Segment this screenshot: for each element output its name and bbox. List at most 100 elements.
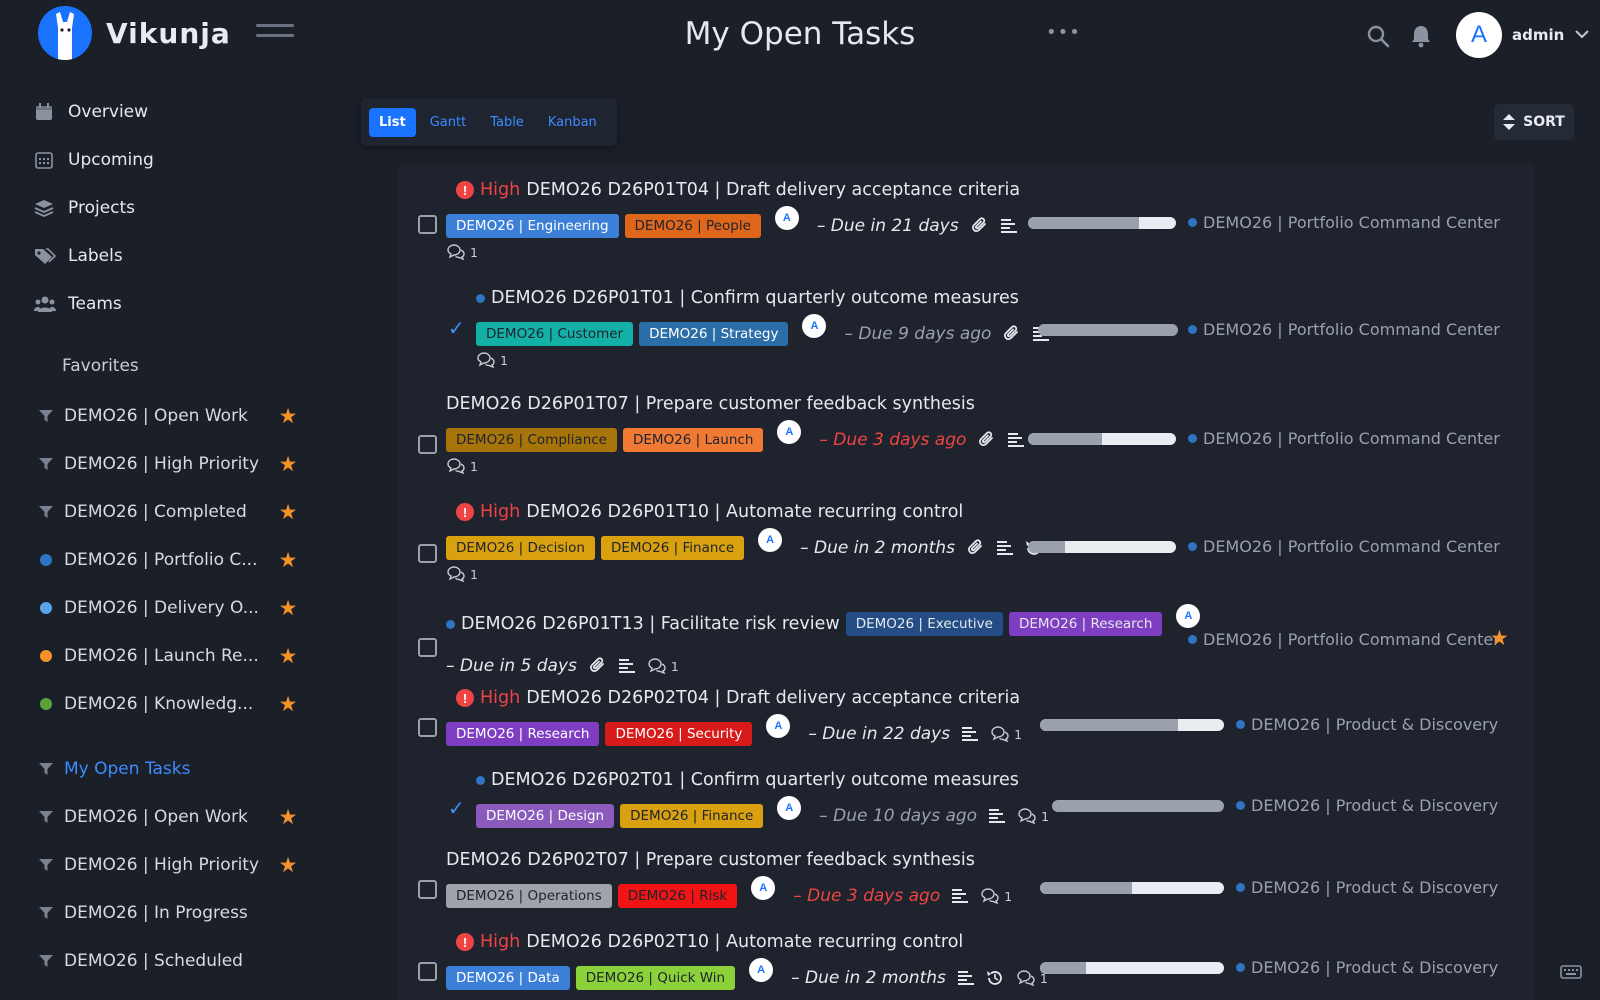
menu-toggle-button[interactable] (256, 24, 294, 46)
priority-high-icon: ! (456, 181, 474, 199)
search-icon[interactable] (1366, 24, 1390, 52)
task-title-row[interactable]: ! High DEMO26 D26P01T04 | Draft delivery a… (456, 180, 1020, 200)
task-checkbox[interactable] (418, 638, 437, 657)
due-date: – Due 10 days ago (819, 806, 978, 826)
label-tag[interactable]: DEMO26 | Strategy (639, 322, 789, 346)
favorite-project[interactable]: DEMO26 | Launch Re... ★ (38, 641, 300, 671)
title-more-button[interactable]: ••• (1046, 22, 1081, 43)
task-checkbox[interactable] (418, 435, 437, 454)
label-tag[interactable]: DEMO26 | Research (1008, 612, 1163, 636)
sort-button[interactable]: SORT (1494, 104, 1574, 140)
task-title[interactable]: DEMO26 D26P01T07 | Prepare customer feed… (446, 394, 975, 414)
task-meta-row: DEMO26 | Research DEMO26 | Security A – Due… (446, 714, 1022, 746)
label-tag[interactable]: DEMO26 | Security (605, 722, 753, 746)
task-meta-row: DEMO26 | Customer DEMO26 | Strategy A – Due… (476, 314, 1050, 346)
star-icon[interactable]: ★ (276, 404, 300, 428)
task-project-link[interactable]: DEMO26 | Portfolio Command Center (1188, 630, 1500, 649)
label-tag[interactable]: DEMO26 | Compliance (446, 428, 617, 452)
task-project-link[interactable]: DEMO26 | Product & Discovery (1236, 796, 1498, 815)
task-checkbox[interactable] (418, 544, 437, 563)
task-title-row[interactable]: ! High DEMO26 D26P01T10 | Automate recurri… (456, 502, 963, 522)
bell-icon[interactable] (1410, 24, 1432, 52)
sidebar-item-upcoming[interactable]: Upcoming (34, 144, 154, 176)
task-project-link[interactable]: DEMO26 | Portfolio Command Center (1188, 429, 1500, 448)
sidebar-item-projects[interactable]: Projects (34, 192, 135, 224)
sidebar-item-labels[interactable]: Labels (34, 240, 123, 272)
project-color-dot (1188, 218, 1197, 227)
sort-icon (1503, 114, 1516, 130)
tab-gantt[interactable]: Gantt (420, 108, 476, 137)
sidebar-item-teams[interactable]: Teams (34, 288, 122, 320)
done-check-icon[interactable]: ✓ (448, 796, 465, 820)
label-tag[interactable]: DEMO26 | Quick Win (575, 966, 736, 990)
label-tag[interactable]: DEMO26 | Risk (617, 884, 738, 908)
tab-kanban[interactable]: Kanban (538, 108, 607, 137)
task-title-row[interactable]: DEMO26 D26P02T01 | Confirm quarterly out… (476, 770, 1019, 790)
label-tag[interactable]: DEMO26 | Data (446, 966, 570, 990)
task-title[interactable]: DEMO26 D26P01T01 | Confirm quarterly out… (491, 288, 1019, 308)
saved-filter-item[interactable]: DEMO26 | Completed ★ (38, 497, 300, 527)
star-icon[interactable]: ★ (1490, 626, 1509, 650)
task-project-link[interactable]: DEMO26 | Product & Discovery (1236, 878, 1498, 897)
favorite-project[interactable]: DEMO26 | Knowledg... ★ (38, 689, 300, 719)
saved-filter-item[interactable]: DEMO26 | High Priority ★ (38, 449, 300, 479)
task-project-link[interactable]: DEMO26 | Product & Discovery (1236, 715, 1498, 734)
task-title-row[interactable]: DEMO26 D26P01T07 | Prepare customer feed… (446, 394, 975, 414)
label-tag[interactable]: DEMO26 | Launch (622, 428, 764, 452)
star-icon[interactable]: ★ (276, 596, 300, 620)
label-tag[interactable]: DEMO26 | People (624, 214, 761, 238)
task-title[interactable]: DEMO26 D26P02T04 | Draft delivery accept… (526, 688, 1020, 708)
task-title-row[interactable]: DEMO26 D26P01T01 | Confirm quarterly out… (476, 288, 1019, 308)
task-project-link[interactable]: DEMO26 | Product & Discovery (1236, 958, 1498, 977)
saved-filter-item[interactable]: DEMO26 | Scheduled (38, 946, 300, 976)
saved-filter-item[interactable]: DEMO26 | Open Work ★ (38, 802, 300, 832)
star-icon[interactable]: ★ (276, 500, 300, 524)
task-title[interactable]: DEMO26 D26P02T01 | Confirm quarterly out… (491, 770, 1019, 790)
star-icon[interactable]: ★ (276, 692, 300, 716)
user-menu[interactable]: A admin (1456, 12, 1590, 58)
star-icon[interactable]: ★ (276, 548, 300, 572)
star-icon[interactable]: ★ (276, 805, 300, 829)
label-tag[interactable]: DEMO26 | Research (446, 722, 600, 746)
label-tag[interactable]: DEMO26 | Customer (476, 322, 634, 346)
saved-filter-item[interactable]: DEMO26 | Open Work ★ (38, 401, 300, 431)
star-icon[interactable]: ★ (276, 452, 300, 476)
task-project-link[interactable]: DEMO26 | Portfolio Command Center (1188, 213, 1500, 232)
saved-filter-item[interactable]: My Open Tasks (38, 754, 300, 784)
star-icon[interactable]: ★ (276, 853, 300, 877)
task-checkbox[interactable] (418, 962, 437, 981)
sidebar-item-overview[interactable]: Overview (34, 96, 148, 128)
task-title[interactable]: DEMO26 D26P01T10 | Automate recurring co… (526, 502, 963, 522)
task-title[interactable]: DEMO26 D26P01T13 | Facilitate risk revie… (461, 614, 840, 634)
keyboard-icon[interactable] (1560, 964, 1582, 984)
task-title-row[interactable]: ! High DEMO26 D26P02T10 | Automate recurri… (456, 932, 963, 952)
task-checkbox[interactable] (418, 718, 437, 737)
favorite-project[interactable]: DEMO26 | Delivery O... ★ (38, 593, 300, 623)
favorite-project[interactable]: DEMO26 | Portfolio C... ★ (38, 545, 300, 575)
task-title[interactable]: DEMO26 D26P02T07 | Prepare customer feed… (446, 850, 975, 870)
label-tag[interactable]: DEMO26 | Executive (845, 612, 1003, 636)
label-tag[interactable]: DEMO26 | Finance (620, 804, 764, 828)
label-tag[interactable]: DEMO26 | Finance (600, 536, 745, 560)
done-check-icon[interactable]: ✓ (448, 316, 465, 340)
label-tag[interactable]: DEMO26 | Design (476, 804, 615, 828)
label-tag[interactable]: DEMO26 | Decision (446, 536, 595, 560)
task-checkbox[interactable] (418, 215, 437, 234)
task-title[interactable]: DEMO26 D26P01T04 | Draft delivery accept… (526, 180, 1020, 200)
star-icon[interactable]: ★ (276, 644, 300, 668)
task-project-link[interactable]: DEMO26 | Portfolio Command Center (1188, 320, 1500, 339)
label-tag[interactable]: DEMO26 | Operations (446, 884, 612, 908)
task-title[interactable]: DEMO26 D26P02T10 | Automate recurring co… (526, 932, 963, 952)
assignee-avatar: A (766, 714, 791, 738)
logo[interactable]: Vikunja (38, 6, 231, 60)
task-checkbox[interactable] (418, 880, 437, 899)
saved-filter-item[interactable]: DEMO26 | High Priority ★ (38, 850, 300, 880)
task-project-link[interactable]: DEMO26 | Portfolio Command Center (1188, 537, 1500, 556)
saved-filter-item[interactable]: DEMO26 | In Progress (38, 898, 300, 928)
label-tag[interactable]: DEMO26 | Engineering (446, 214, 619, 238)
task-title-row[interactable]: DEMO26 D26P01T13 | Facilitate risk revie… (446, 604, 1208, 636)
tab-table[interactable]: Table (480, 108, 534, 137)
task-title-row[interactable]: ! High DEMO26 D26P02T04 | Draft delivery a… (456, 688, 1020, 708)
tab-list[interactable]: List (369, 107, 416, 137)
task-title-row[interactable]: DEMO26 D26P02T07 | Prepare customer feed… (446, 850, 975, 870)
